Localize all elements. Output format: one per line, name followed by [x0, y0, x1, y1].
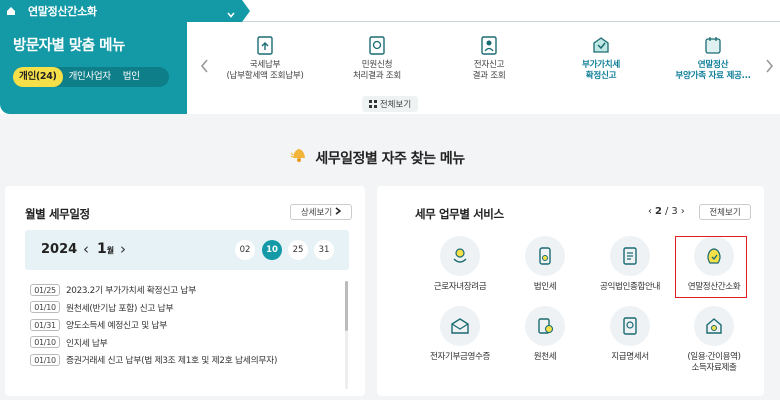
tab-corporation[interactable]: 법인 [117, 67, 146, 87]
schedule-date: 01/25 [30, 283, 60, 296]
service-label: 전자기부금영수증 [429, 352, 491, 362]
service-label: 근로자녀장려금 [433, 282, 487, 292]
service-label: 법인세 [533, 282, 557, 292]
year-end-icon [702, 34, 724, 56]
vat-icon [590, 34, 612, 56]
tab-individual[interactable]: 개인(24) [13, 67, 63, 87]
quick-menu: 국세납부 (납부할세액 조회납부) 민원신청 처리결과 조회 전자신고 결과 조… [187, 22, 780, 114]
service-label: 지급명세서 [611, 352, 649, 362]
detail-label: 상세보기 [300, 208, 333, 218]
services-pager: ‹ 2 / 3 › [648, 206, 685, 217]
donation-receipt-icon [440, 306, 480, 346]
current-menu-tab[interactable]: 연말정산간소화 [0, 0, 250, 22]
service-label: 원천세 [533, 352, 557, 362]
schedule-list: 01/25 2023.2기 부가가치세 확정신고 납부 01/10 원천세(반기납 … [30, 281, 335, 369]
service-worker-incentive[interactable]: 근로자녀장려금 [420, 236, 500, 293]
schedule-date: 01/10 [30, 301, 60, 314]
list-item[interactable]: 01/10 원천세(반기납 포함) 신고 납부 [30, 299, 335, 317]
worker-incentive-icon [440, 236, 480, 276]
pager-separator: / [664, 206, 669, 217]
schedule-date: 01/10 [30, 336, 60, 349]
calendar-month: 1월 [97, 241, 115, 257]
quick-item-label: 국세납부 (납부할세액 조회납부) [226, 60, 304, 81]
day-pill-active[interactable]: 10 [262, 240, 282, 260]
income-data-icon [694, 306, 734, 346]
quick-prev-arrow[interactable] [199, 58, 209, 74]
visitor-type-tabs: 개인(24) 개인사업자 법인 [13, 67, 169, 87]
civil-petition-icon [366, 34, 388, 56]
service-label: (일용·간이용역) 소득자료제출 [687, 352, 741, 373]
home-icon[interactable] [6, 6, 16, 16]
quick-fullview-button[interactable]: 전체보기 [362, 96, 418, 112]
quick-item-year-end[interactable]: 연말정산 부양가족 자료 제공... [657, 34, 769, 82]
service-payment-statement[interactable]: 지급명세서 [590, 306, 670, 363]
tax-payment-icon [254, 34, 276, 56]
services-card: 세무 업무별 서비스 ‹ 2 / 3 › 전체보기 근로자녀장려금 법인세 공익… [377, 186, 764, 396]
day-pill[interactable]: 25 [288, 240, 308, 260]
schedule-title: 월별 세무일정 [25, 207, 90, 221]
service-corporate-tax[interactable]: 법인세 [505, 236, 585, 293]
quick-item-label: 연말정산 부양가족 자료 제공... [675, 60, 751, 81]
services-title: 세무 업무별 서비스 [415, 207, 504, 221]
schedule-text: 2023.2기 부가가치세 확정신고 납부 [66, 286, 196, 297]
scroll-thumb[interactable] [345, 281, 348, 331]
visitor-menu-panel: 방문자별 맞춤 메뉴 개인(24) 개인사업자 법인 [0, 22, 187, 114]
chevron-down-icon[interactable] [226, 5, 236, 18]
service-withholding-tax[interactable]: 원천세 [505, 306, 585, 363]
day-pill[interactable]: 31 [314, 240, 334, 260]
quick-next-arrow[interactable] [765, 58, 775, 74]
public-corp-icon [610, 236, 650, 276]
pager-current: 2 [655, 206, 662, 217]
quick-item-label: 민원신청 처리결과 조회 [352, 60, 402, 81]
calendar-bar: 2024 ‹ 1월 › 02 10 25 31 [25, 230, 349, 270]
schedule-detail-button[interactable]: 상세보기 [290, 204, 352, 220]
quick-item-vat[interactable]: 부가가치세 확정신고 [545, 34, 657, 82]
service-label: 공익법인종합안내 [599, 282, 661, 292]
frequent-menu-title: 세무일정별 자주 찾는 메뉴 [315, 151, 465, 167]
chevron-right-icon [335, 206, 342, 218]
quick-item-tax-payment[interactable]: 국세납부 (납부할세액 조회납부) [209, 34, 321, 82]
grid-icon [368, 100, 377, 108]
list-item[interactable]: 01/10 증권거래세 신고 납부(법 제3조 제1호 및 제2호 납세의무자) [30, 351, 335, 369]
schedule-text: 인지세 납부 [66, 338, 108, 349]
tab-sole-proprietor[interactable]: 개인사업자 [63, 67, 117, 87]
quick-item-label: 부가가치세 확정신고 [581, 60, 621, 81]
month-next-button[interactable]: › [120, 240, 126, 258]
visitor-menu-title: 방문자별 맞춤 메뉴 [13, 38, 125, 54]
quick-item-label: 전자신고 결과 조회 [472, 60, 506, 81]
pager-next-button[interactable]: › [681, 206, 685, 217]
calendar-year: 2024 [41, 242, 78, 257]
list-item[interactable]: 01/10 인지세 납부 [30, 334, 335, 352]
quick-item-civil-petition[interactable]: 민원신청 처리결과 조회 [321, 34, 433, 82]
schedule-text: 증권거래세 신고 납부(법 제3조 제1호 및 제2호 납세의무자) [66, 356, 278, 367]
service-public-corp[interactable]: 공익법인종합안내 [590, 236, 670, 293]
schedule-scrollbar[interactable] [345, 281, 348, 389]
current-menu-title: 연말정산간소화 [28, 5, 97, 18]
corporate-tax-icon [525, 236, 565, 276]
service-income-data[interactable]: (일용·간이용역) 소득자료제출 [674, 306, 754, 374]
services-fullview-button[interactable]: 전체보기 [699, 204, 751, 220]
withholding-tax-icon [525, 306, 565, 346]
monthly-schedule-card: 월별 세무일정 상세보기 2024 ‹ 1월 › 02 10 25 31 01/… [5, 186, 365, 396]
schedule-text: 원천세(반기납 포함) 신고 납부 [66, 303, 174, 314]
pager-total: 3 [671, 206, 678, 217]
top-bar: 연말정산간소화 [0, 0, 780, 22]
pager-prev-button[interactable]: ‹ [648, 206, 652, 217]
day-pill[interactable]: 02 [235, 240, 255, 260]
month-prev-button[interactable]: ‹ [83, 240, 89, 258]
schedule-text: 양도소득세 예정신고 및 납부 [66, 321, 168, 332]
schedule-date: 01/10 [30, 353, 60, 366]
e-filing-icon [478, 34, 500, 56]
highlight-box [675, 236, 747, 298]
list-item[interactable]: 01/31 양도소득세 예정신고 및 납부 [30, 316, 335, 334]
payment-statement-icon [610, 306, 650, 346]
schedule-date: 01/31 [30, 318, 60, 331]
quick-item-e-filing[interactable]: 전자신고 결과 조회 [433, 34, 545, 82]
list-item[interactable]: 01/25 2023.2기 부가가치세 확정신고 납부 [30, 281, 335, 299]
fullview-label: 전체보기 [379, 100, 412, 110]
service-donation-receipt[interactable]: 전자기부금영수증 [420, 306, 500, 363]
